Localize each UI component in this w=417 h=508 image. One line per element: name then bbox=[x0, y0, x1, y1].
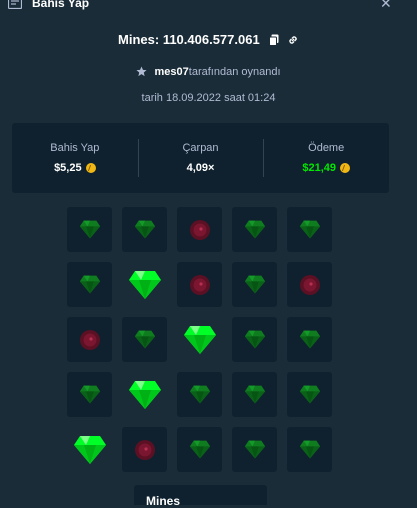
vip-star-icon bbox=[136, 66, 147, 77]
coin-icon bbox=[85, 163, 96, 173]
grid-tile bbox=[177, 207, 222, 252]
gem-icon bbox=[128, 270, 161, 299]
grid-tile bbox=[122, 317, 167, 362]
grid-tile bbox=[287, 427, 332, 472]
username-link[interactable]: mes07 bbox=[155, 66, 189, 78]
grid-tile bbox=[67, 207, 112, 252]
bet-stats-panel: Bahis Yap $5,25 Çarpan 4,09× Ödeme $21,4… bbox=[12, 123, 389, 193]
gem-icon bbox=[299, 220, 320, 239]
link-icon[interactable] bbox=[287, 34, 299, 46]
payout-stat: Ödeme $21,49 bbox=[263, 123, 389, 193]
bet-amount-label: Bahis Yap bbox=[50, 142, 100, 154]
mine-icon bbox=[79, 329, 100, 350]
gem-icon bbox=[244, 385, 265, 404]
gem-icon bbox=[299, 440, 320, 459]
grid-tile bbox=[67, 372, 112, 417]
grid-tile bbox=[122, 427, 167, 472]
game-date: tarih 18.09.2022 saat 01:24 bbox=[141, 92, 276, 104]
multiplier-stat: Çarpan 4,09× bbox=[137, 123, 264, 193]
bet-slip-icon bbox=[8, 0, 22, 9]
gem-icon bbox=[134, 220, 155, 239]
gem-icon bbox=[299, 385, 320, 404]
bet-amount-stat: Bahis Yap $5,25 bbox=[12, 123, 138, 193]
gem-icon bbox=[244, 220, 265, 239]
grid-tile bbox=[232, 262, 277, 307]
coin-icon bbox=[340, 163, 350, 173]
grid-tile bbox=[287, 262, 332, 307]
grid-tile bbox=[177, 317, 222, 362]
mine-icon bbox=[299, 274, 320, 295]
grid-tile bbox=[177, 262, 222, 307]
copy-icon[interactable] bbox=[269, 34, 279, 46]
grid-tile bbox=[177, 372, 222, 417]
grid-tile bbox=[122, 207, 167, 252]
multiplier-value: 4,09× bbox=[186, 162, 215, 174]
grid-tile bbox=[287, 207, 332, 252]
gem-icon bbox=[79, 385, 100, 404]
mine-icon bbox=[189, 274, 210, 295]
payout-value: $21,49 bbox=[302, 162, 350, 174]
grid-tile bbox=[287, 317, 332, 362]
game-tab-mines[interactable]: Mines bbox=[134, 485, 267, 508]
grid-tile bbox=[287, 372, 332, 417]
gem-icon bbox=[244, 275, 265, 294]
gem-icon bbox=[79, 275, 100, 294]
grid-tile bbox=[67, 317, 112, 362]
grid-tile bbox=[232, 427, 277, 472]
bet-amount-value: $5,25 bbox=[54, 162, 96, 174]
grid-tile bbox=[232, 207, 277, 252]
game-id-row: Mines: 110.406.577.061 bbox=[0, 32, 417, 47]
close-icon[interactable]: ✕ bbox=[380, 0, 392, 12]
modal-header: Bahis Yap ✕ bbox=[0, 0, 417, 12]
grid-tile bbox=[177, 427, 222, 472]
gem-icon bbox=[189, 440, 210, 459]
gem-icon bbox=[244, 440, 265, 459]
gem-icon bbox=[73, 435, 106, 464]
gem-icon bbox=[244, 330, 265, 349]
gem-icon bbox=[189, 385, 210, 404]
grid-tile bbox=[67, 427, 112, 472]
played-by-suffix: tarafından oynandı bbox=[188, 66, 281, 78]
gem-icon bbox=[299, 330, 320, 349]
grid-tile bbox=[122, 372, 167, 417]
mine-icon bbox=[134, 439, 155, 460]
gem-icon bbox=[128, 380, 161, 409]
grid-tile bbox=[122, 262, 167, 307]
grid-tile bbox=[232, 372, 277, 417]
gem-icon bbox=[79, 220, 100, 239]
bet-amount-text: $5,25 bbox=[54, 162, 82, 174]
mine-icon bbox=[189, 219, 210, 240]
game-id-text: Mines: 110.406.577.061 bbox=[118, 32, 260, 47]
payout-text: $21,49 bbox=[302, 162, 336, 174]
modal-title: Bahis Yap bbox=[32, 0, 90, 10]
multiplier-label: Çarpan bbox=[182, 142, 219, 154]
mines-grid bbox=[67, 207, 332, 472]
played-by-row: mes07tarafından oynandı bbox=[0, 66, 417, 78]
payout-label: Ödeme bbox=[308, 142, 345, 154]
gem-icon bbox=[134, 330, 155, 349]
grid-tile bbox=[67, 262, 112, 307]
grid-tile bbox=[232, 317, 277, 362]
gem-icon bbox=[183, 325, 216, 354]
